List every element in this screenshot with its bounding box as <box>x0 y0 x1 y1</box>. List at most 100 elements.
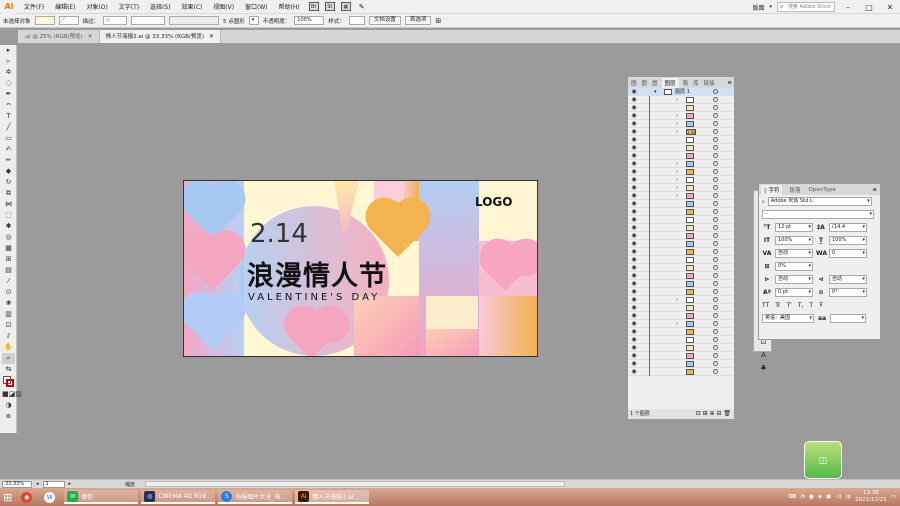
taskbar-illustrator[interactable]: Ai 情人节海报2.ai ... <box>295 490 370 504</box>
shield-icon[interactable]: ◈ <box>818 494 822 500</box>
eye-icon[interactable]: ◉ <box>630 320 638 327</box>
eye-icon[interactable]: ◉ <box>630 168 638 175</box>
point-label[interactable]: 5 点圆形 <box>223 17 245 25</box>
volume-icon[interactable]: ◁) <box>835 494 841 500</box>
chevron-right-icon[interactable]: › <box>676 97 678 103</box>
hand-tool-icon[interactable]: ✋ <box>2 342 15 353</box>
layer-row[interactable]: ◉ › <box>628 183 734 192</box>
layer-row[interactable]: ◉ › <box>628 119 734 128</box>
layer-row[interactable]: ◉ › <box>628 175 734 184</box>
minimize-button[interactable]: – <box>840 3 856 12</box>
eye-icon[interactable]: ◉ <box>630 136 638 143</box>
eye-icon[interactable]: ◉ <box>630 272 638 279</box>
layer-row[interactable]: ◉ <box>628 231 734 240</box>
tab-layers[interactable]: 图层 <box>661 77 679 88</box>
eye-icon[interactable]: ◉ <box>630 96 638 103</box>
subscript-button[interactable]: T, <box>798 302 804 309</box>
target-icon[interactable] <box>713 137 718 142</box>
tab-paragraph[interactable]: 段落 <box>788 186 801 194</box>
panel-menu-icon[interactable]: ≡ <box>727 80 732 86</box>
layer-row-top[interactable]: ◉ ▾ 图层 1 <box>628 88 734 96</box>
menu-window[interactable]: 窗口(W) <box>245 2 268 11</box>
ime-badge-icon[interactable]: ◫ <box>804 441 842 479</box>
aki-right-field[interactable]: 自动 ▾ <box>829 275 867 284</box>
eye-icon[interactable]: ◉ <box>630 304 638 311</box>
target-icon[interactable] <box>713 313 718 318</box>
layer-row[interactable]: ◉ <box>628 327 734 336</box>
chevron-right-icon[interactable]: › <box>676 297 678 303</box>
type-tool-icon[interactable]: T <box>2 111 15 122</box>
target-icon[interactable] <box>713 241 718 246</box>
tracking-field[interactable]: 0 ▾ <box>829 249 867 258</box>
layer-row[interactable]: ◉ › <box>628 191 734 200</box>
eye-icon[interactable]: ◉ <box>630 280 638 287</box>
eye-icon[interactable]: ◉ <box>630 232 638 239</box>
layer-row[interactable]: ◉ › <box>628 295 734 304</box>
eraser-icon[interactable]: ◆ <box>2 166 15 177</box>
eye-icon[interactable]: ◉ <box>630 120 638 127</box>
eye-icon[interactable]: ◉ <box>630 176 638 183</box>
eye-icon[interactable]: ◉ <box>630 208 638 215</box>
target-icon[interactable] <box>713 177 718 182</box>
tab-panel-3[interactable]: 图 <box>651 79 659 87</box>
selection-tool-icon[interactable]: ▸ <box>2 45 15 56</box>
chevron-right-icon[interactable]: › <box>676 129 678 135</box>
eye-icon[interactable]: ◉ <box>630 224 638 231</box>
lasso-icon[interactable]: ◌ <box>2 78 15 89</box>
target-icon[interactable] <box>713 337 718 342</box>
eye-icon[interactable]: ◉ <box>630 248 638 255</box>
width-tool-icon[interactable]: ⋈ <box>2 199 15 210</box>
menu-select[interactable]: 选择(S) <box>150 2 171 11</box>
leading-field[interactable]: (14.4 ▾ <box>829 223 867 232</box>
clock[interactable]: 13:38 2021/12/21 <box>855 490 887 504</box>
gpu-icon[interactable]: ✎ <box>359 3 365 11</box>
eye-icon[interactable]: ◉ <box>630 368 638 375</box>
target-icon[interactable] <box>713 361 718 366</box>
layer-row[interactable]: ◉ <box>628 207 734 216</box>
tab-paths[interactable]: 路 <box>682 79 690 87</box>
artboard-tool-icon[interactable]: ⊡ <box>2 320 15 331</box>
chat-icon[interactable]: ◔ <box>800 494 805 500</box>
menu-help[interactable]: 帮助(H) <box>279 2 300 11</box>
wps-icon[interactable]: W <box>41 490 61 504</box>
paintbrush-icon[interactable]: ✍ <box>2 144 15 155</box>
panel-menu-icon[interactable]: ≡ <box>872 187 877 193</box>
font-family-field[interactable]: Adobe 宋体 Std L ▾ <box>767 197 872 206</box>
eye-icon[interactable]: ◉ <box>630 240 638 247</box>
target-icon[interactable] <box>713 113 718 118</box>
target-icon[interactable] <box>713 185 718 190</box>
target-icon[interactable] <box>713 321 718 326</box>
opacity-field[interactable]: 100% <box>294 16 325 25</box>
aki-left-field[interactable]: 自动 ▾ <box>775 275 813 284</box>
eye-icon[interactable]: ◉ <box>630 104 638 111</box>
layer-row[interactable]: ◉ <box>628 151 734 160</box>
layer-row[interactable]: ◉ <box>628 271 734 280</box>
superscript-button[interactable]: T' <box>786 302 791 309</box>
font-size-field[interactable]: 12 pt ▾ <box>775 223 813 232</box>
document-setup-button[interactable]: 文档设置 <box>368 16 401 25</box>
chevron-down-icon[interactable]: ▾ <box>769 4 772 10</box>
ime-icon[interactable]: 中 <box>846 493 852 501</box>
eye-icon[interactable]: ◉ <box>630 336 638 343</box>
menu-object[interactable]: 对象(O) <box>86 2 107 11</box>
layer-row[interactable]: ◉ › <box>628 159 734 168</box>
eye-icon[interactable]: ◉ <box>630 216 638 223</box>
antialias-field[interactable]: ▾ <box>830 314 866 323</box>
target-icon[interactable] <box>713 369 718 374</box>
layer-row[interactable]: ◉ <box>628 287 734 296</box>
target-icon[interactable] <box>713 201 718 206</box>
rectangle-tool-icon[interactable]: ▭ <box>2 133 15 144</box>
maximize-button[interactable]: □ <box>861 3 877 12</box>
blend-tool-icon[interactable]: ⊙ <box>2 287 15 298</box>
menu-effect[interactable]: 效果(C) <box>182 2 203 11</box>
artboard-number-field[interactable]: 1 <box>42 480 65 488</box>
eye-icon[interactable]: ◉ <box>630 112 638 119</box>
layer-name[interactable]: 图层 1 <box>675 88 690 95</box>
layer-row[interactable]: ◉ <box>628 215 734 224</box>
layer-row[interactable]: ◉ <box>628 311 734 320</box>
close-icon[interactable]: ✕ <box>88 33 93 40</box>
layer-row[interactable]: ◉ <box>628 279 734 288</box>
shape-builder-icon[interactable]: ◎ <box>2 232 15 243</box>
rotation-field[interactable]: 0° ▾ <box>829 288 867 297</box>
symbol-sprayer-icon[interactable]: ❀ <box>2 298 15 309</box>
